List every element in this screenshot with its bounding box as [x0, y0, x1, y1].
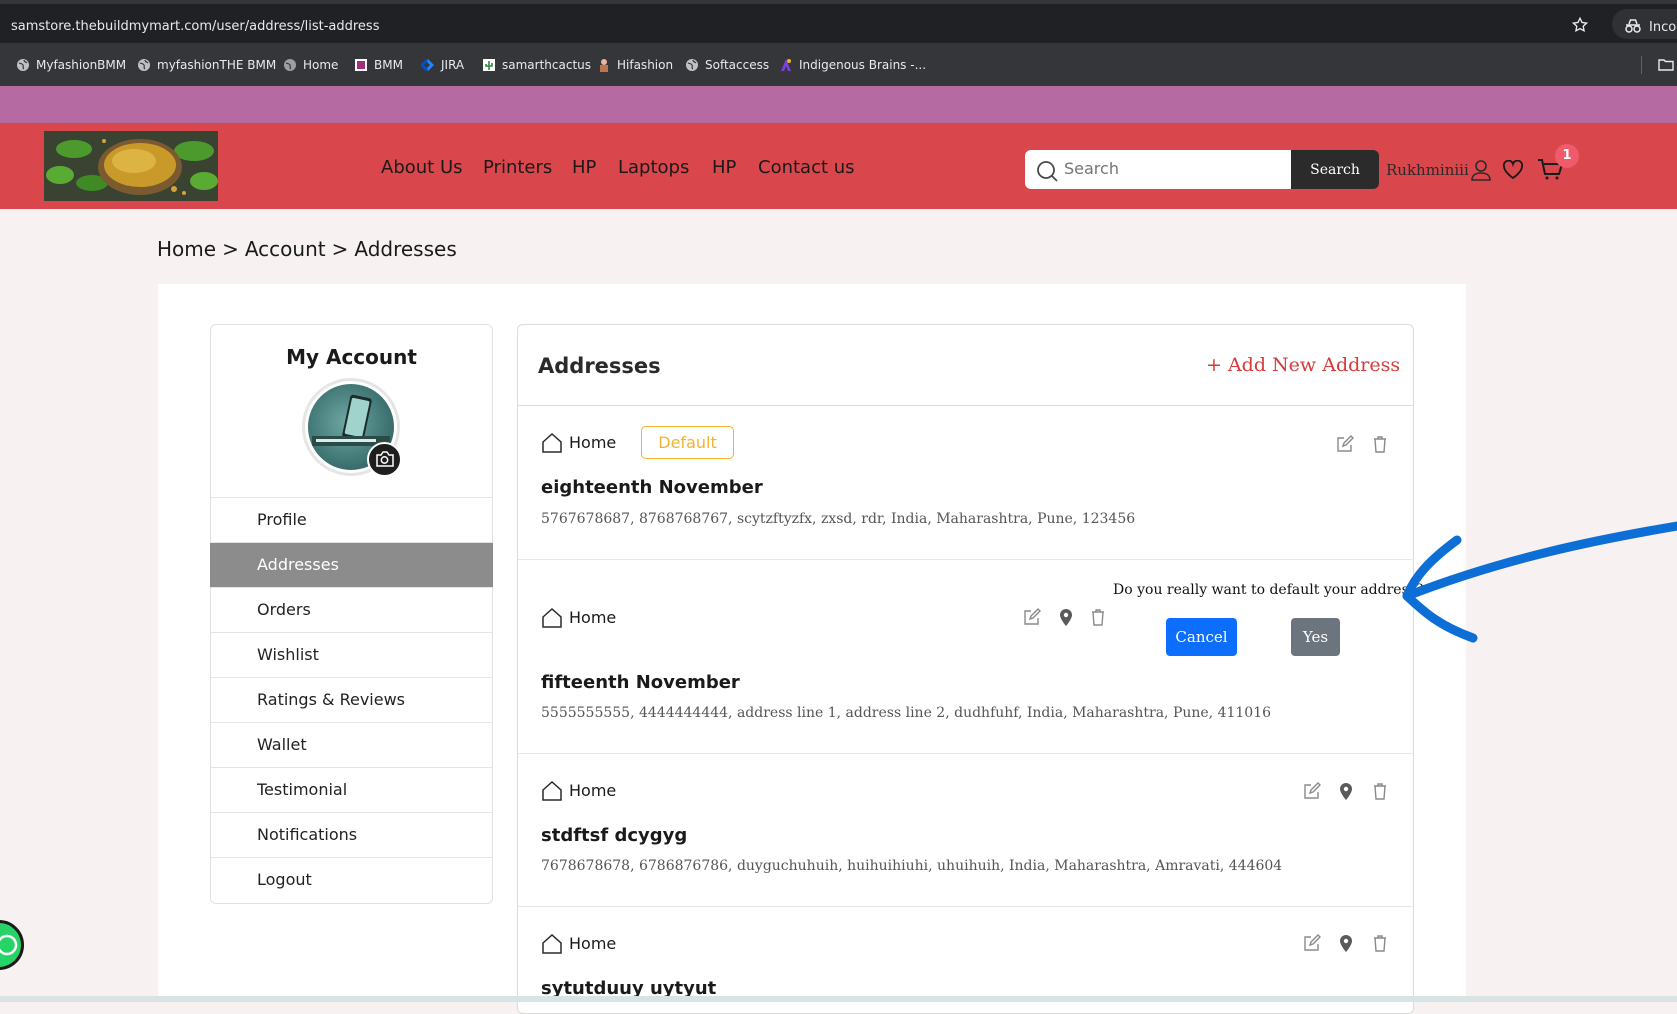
folder-icon[interactable]: [1658, 58, 1674, 71]
bookmark-jira[interactable]: JIRA: [421, 57, 464, 73]
breadcrumb-separator: >: [331, 237, 349, 261]
bookmark-indigenous-brains[interactable]: Indigenous Brains -...: [779, 57, 926, 73]
edit-icon[interactable]: [1302, 781, 1322, 801]
menu-item-profile[interactable]: Profile: [210, 497, 493, 542]
incognito-label: Incog: [1649, 20, 1677, 35]
header-divider: [518, 405, 1414, 406]
address-type-label: Home: [569, 781, 617, 800]
default-badge: Default: [641, 426, 734, 459]
globe-icon: [138, 59, 150, 71]
home-icon: [542, 607, 562, 628]
address-type-label: Home: [569, 608, 617, 627]
search-icon: [1037, 161, 1058, 182]
delete-icon[interactable]: [1088, 607, 1108, 627]
address-type-label: Home: [569, 433, 617, 452]
search-button[interactable]: Search: [1291, 150, 1379, 189]
globe-icon: [686, 59, 698, 71]
breadcrumb-separator: >: [222, 237, 239, 261]
cart-count-badge: 1: [1555, 144, 1579, 168]
user-name[interactable]: Rukhminiii: [1386, 161, 1469, 179]
logo-image: [44, 131, 218, 201]
bookmarks-separator: [1641, 56, 1642, 74]
nav-about-us[interactable]: About Us: [381, 157, 463, 178]
search-input[interactable]: [1064, 159, 1274, 178]
home-icon: [542, 933, 562, 954]
breadcrumb: Home > Account > Addresses: [157, 237, 463, 261]
home-icon: [542, 432, 562, 453]
whatsapp-icon: [0, 934, 18, 956]
whatsapp-chat-button[interactable]: [0, 920, 24, 970]
heart-icon[interactable]: [1502, 160, 1524, 180]
bookmark-hifashion[interactable]: Hifashion: [597, 57, 673, 73]
bookmark-softaccess[interactable]: Softaccess: [685, 57, 769, 73]
cancel-button[interactable]: Cancel: [1166, 618, 1237, 656]
menu-item-addresses[interactable]: Addresses: [210, 542, 493, 587]
location-pin-icon[interactable]: [1336, 933, 1356, 953]
row-divider: [518, 753, 1414, 754]
sidebar-title: My Account: [286, 345, 417, 369]
menu-item-notifications[interactable]: Notifications: [210, 812, 493, 857]
address-type-label: Home: [569, 934, 617, 953]
nav-laptops[interactable]: Laptops: [618, 157, 689, 178]
breadcrumb-home[interactable]: Home: [157, 237, 216, 261]
edit-icon[interactable]: [1335, 434, 1355, 454]
globe-icon: [17, 59, 29, 71]
star-icon[interactable]: [1571, 16, 1589, 34]
ib-icon: [781, 59, 791, 71]
delete-icon[interactable]: [1370, 434, 1390, 454]
bookmark-samarthcactus[interactable]: samarthcactus: [482, 57, 591, 73]
location-pin-icon[interactable]: [1056, 607, 1076, 627]
row-divider: [518, 906, 1414, 907]
add-new-address-button[interactable]: + Add New Address: [1206, 354, 1400, 376]
site-logo[interactable]: [44, 131, 218, 201]
menu-item-wallet[interactable]: Wallet: [210, 722, 493, 767]
bookmark-myfashionbmm[interactable]: MyfashionBMM: [16, 57, 126, 73]
user-icon[interactable]: [1470, 159, 1492, 181]
address-line: 5555555555, 4444444444, address line 1, …: [541, 705, 1272, 721]
delete-icon[interactable]: [1370, 933, 1390, 953]
breadcrumb-addresses: Addresses: [354, 237, 457, 261]
menu-item-testimonial[interactable]: Testimonial: [210, 767, 493, 812]
menu-item-orders[interactable]: Orders: [210, 587, 493, 632]
jira-icon: [421, 59, 434, 71]
bottom-edge: [0, 996, 1677, 1002]
edit-icon[interactable]: [1022, 607, 1042, 627]
menu-item-wishlist[interactable]: Wishlist: [210, 632, 493, 677]
tab-strip: [0, 0, 1677, 4]
nav-hp[interactable]: HP: [572, 157, 596, 178]
menu-item-logout[interactable]: Logout: [210, 857, 493, 902]
row-divider: [518, 559, 1414, 560]
nav-contact-us[interactable]: Contact us: [758, 157, 855, 178]
bookmark-home[interactable]: Home: [283, 57, 338, 73]
account-menu: Profile Addresses Orders Wishlist Rating…: [210, 497, 493, 902]
breadcrumb-account[interactable]: Account: [245, 237, 326, 261]
yes-button[interactable]: Yes: [1291, 618, 1340, 656]
change-photo-button[interactable]: [367, 442, 402, 477]
camera-icon: [376, 451, 394, 467]
nav-printers[interactable]: Printers: [483, 157, 552, 178]
location-pin-icon[interactable]: [1336, 781, 1356, 801]
addresses-title: Addresses: [538, 354, 661, 378]
address-line: 7678678678, 6786876786, duyguchuhuih, hu…: [541, 858, 1283, 874]
nav-hp-2[interactable]: HP: [712, 157, 736, 178]
address-line: 5767678687, 8768768767, scytzftyzfx, zxs…: [541, 511, 1136, 527]
home-icon: [542, 780, 562, 801]
incognito-icon: [1625, 19, 1641, 33]
delete-icon[interactable]: [1370, 781, 1390, 801]
address-name: eighteenth November: [541, 477, 763, 498]
address-name: stdftsf dcygyg: [541, 825, 688, 846]
cactus-icon: [483, 59, 495, 71]
annotation-arrow: [1402, 521, 1677, 643]
globe-icon: [284, 59, 296, 71]
promo-strip: [0, 86, 1677, 123]
hifashion-icon: [600, 59, 608, 72]
address-name: fifteenth November: [541, 672, 740, 693]
default-confirm-question: Do you really want to default your addre…: [1113, 582, 1424, 598]
bmm-icon: [355, 59, 367, 71]
edit-icon[interactable]: [1302, 933, 1322, 953]
bookmark-myfashion-the-bmm[interactable]: myfashionTHE BMM: [137, 57, 276, 73]
menu-item-ratings-reviews[interactable]: Ratings & Reviews: [210, 677, 493, 722]
url-text[interactable]: samstore.thebuildmymart.com/user/address…: [11, 19, 379, 34]
bookmark-bmm[interactable]: BMM: [354, 57, 403, 73]
